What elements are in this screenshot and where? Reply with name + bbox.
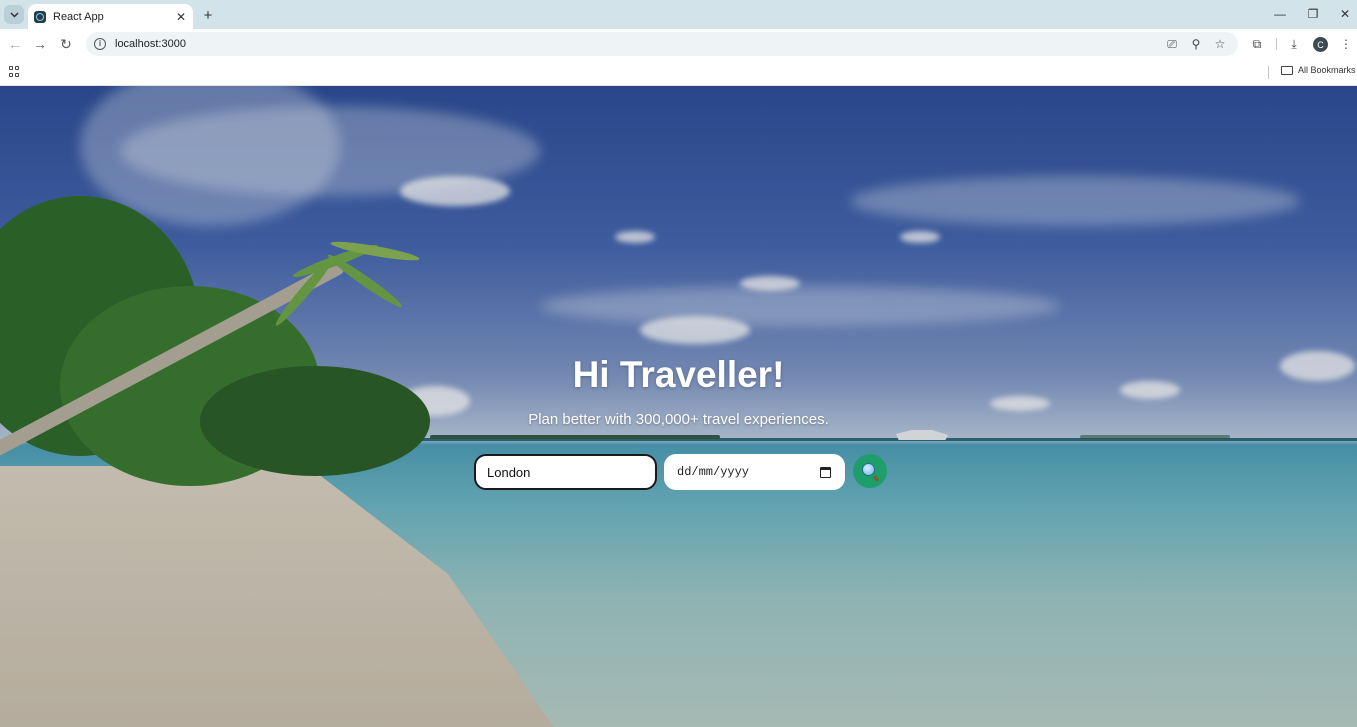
browser-tab[interactable]: React App ✕ — [28, 4, 193, 29]
hero-title: Hi Traveller! — [572, 354, 785, 395]
tab-title: React App — [53, 10, 104, 23]
restore-icon[interactable]: ❐ — [1299, 4, 1327, 24]
bookmarks-bar: All Bookmarks — [0, 59, 1357, 86]
browser-toolbar: ← → ↻ i localhost:3000 ⎚ ⚲ ☆ ⧉ ⤓ C ⋮ — [0, 29, 1357, 59]
minimize-icon[interactable]: — — [1266, 4, 1294, 24]
bookmark-star-icon[interactable]: ☆ — [1212, 36, 1228, 52]
menu-kebab-icon[interactable]: ⋮ — [1338, 36, 1354, 52]
new-tab-icon[interactable]: + — [199, 6, 217, 24]
close-window-icon[interactable]: ✕ — [1331, 4, 1357, 24]
react-favicon-icon — [34, 10, 46, 23]
all-bookmarks-button[interactable]: All Bookmarks — [1281, 65, 1356, 75]
folder-icon — [1281, 65, 1293, 75]
address-bar-actions: ⎚ ⚲ ☆ — [1164, 36, 1228, 52]
calendar-icon[interactable] — [820, 466, 831, 478]
tab-search-button[interactable] — [4, 5, 24, 24]
zoom-icon[interactable]: ⚲ — [1188, 36, 1204, 52]
browser-tab-bar: React App ✕ + — ❐ ✕ — [0, 0, 1357, 29]
page-viewport: Hi Traveller! Plan better with 300,000+ … — [0, 86, 1357, 727]
bookmarks-divider — [1268, 66, 1269, 79]
extensions-icon[interactable]: ⧉ — [1249, 36, 1265, 52]
download-icon[interactable]: ⤓ — [1286, 36, 1302, 52]
chevron-down-icon — [9, 11, 19, 18]
toolbar-divider — [1276, 38, 1277, 50]
magnifying-glass-icon — [862, 463, 875, 476]
site-info-icon[interactable]: i — [94, 38, 106, 50]
url-text: localhost:3000 — [115, 38, 186, 50]
install-app-icon[interactable]: ⎚ — [1164, 36, 1180, 52]
search-button[interactable] — [853, 454, 887, 488]
forward-icon[interactable]: → — [31, 35, 49, 53]
profile-avatar[interactable]: C — [1313, 37, 1328, 52]
date-placeholder: dd/mm/yyyy — [677, 465, 750, 479]
close-tab-icon[interactable]: ✕ — [173, 9, 189, 25]
reload-icon[interactable]: ↻ — [57, 35, 75, 53]
city-search-input[interactable] — [474, 454, 657, 490]
address-bar[interactable]: i localhost:3000 ⎚ ⚲ ☆ — [86, 32, 1238, 56]
hero-subtitle: Plan better with 300,000+ travel experie… — [528, 411, 829, 428]
back-icon[interactable]: ← — [6, 35, 24, 53]
date-input[interactable]: dd/mm/yyyy — [664, 454, 845, 490]
apps-grid-icon[interactable] — [9, 66, 20, 77]
all-bookmarks-label: All Bookmarks — [1298, 65, 1356, 75]
